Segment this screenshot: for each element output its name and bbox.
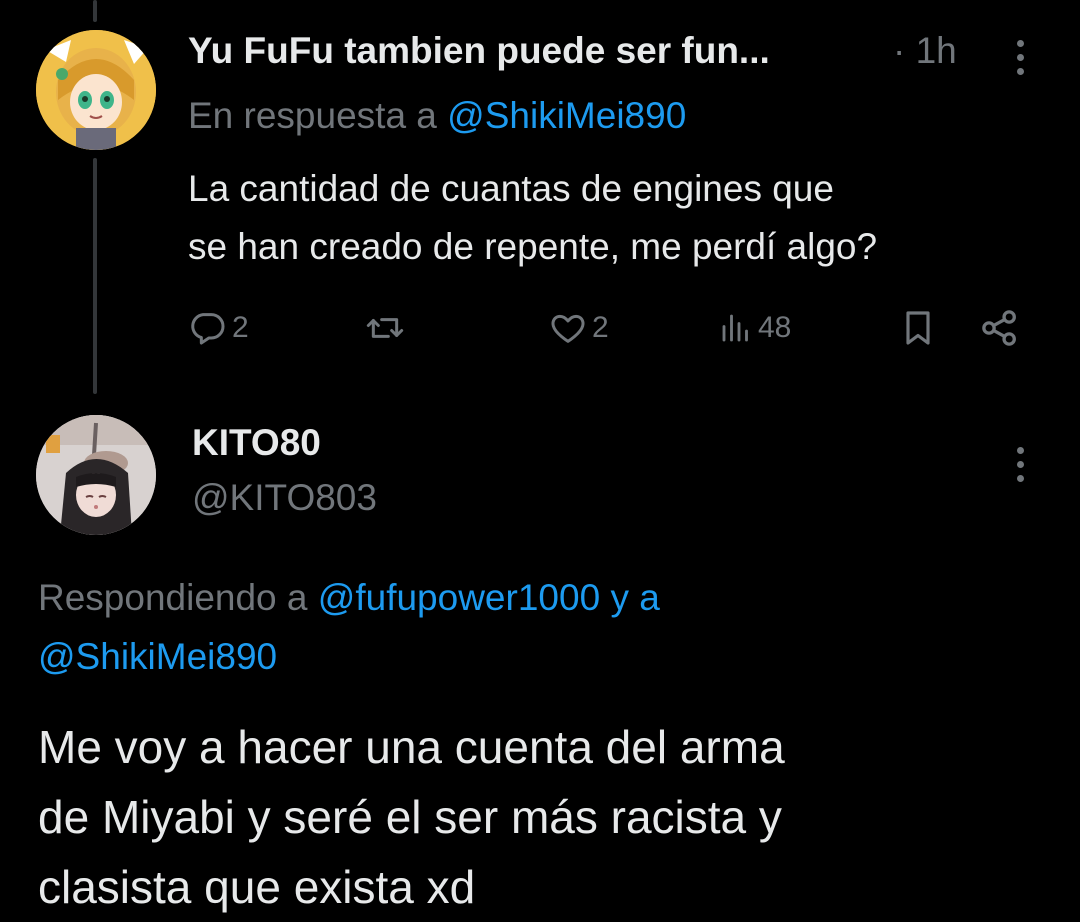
reply-handle-link[interactable]: @fufupower1000 [318, 577, 600, 618]
share-button[interactable] [978, 304, 1022, 352]
tweet-text: La cantidad de cuantas de engines que se… [188, 160, 1048, 276]
reply-button[interactable]: 2 [188, 304, 249, 352]
views-button[interactable]: 48 [718, 304, 791, 352]
tweet-text-line: Me voy a hacer una cuenta del arma [38, 721, 785, 773]
avatar-anime-girl-image [36, 415, 156, 535]
view-count: 48 [758, 311, 792, 344]
tweet-text-line: clasista que exista xd [38, 861, 476, 913]
thread-connector-top [93, 0, 97, 22]
avatar[interactable] [36, 415, 156, 535]
retweet-button[interactable] [363, 304, 407, 352]
views-bar-chart-icon [722, 314, 748, 342]
bookmark-button[interactable] [898, 304, 938, 352]
avatar[interactable] [36, 30, 156, 150]
heart-icon [551, 314, 585, 343]
author-handle[interactable]: @KITO803 [192, 477, 377, 519]
tweet-text-line: de Miyabi y seré el ser más racista y [38, 791, 782, 843]
tweet-text: Me voy a hacer una cuenta del arma de Mi… [38, 712, 1058, 922]
like-count: 2 [592, 311, 609, 344]
reply-prefix: En respuesta a [188, 95, 437, 136]
bookmark-icon [906, 311, 930, 345]
share-icon [982, 310, 1016, 346]
tweet-time[interactable]: · 1h [893, 30, 957, 72]
reply-handle-link[interactable]: @ShikiMei890 [38, 636, 277, 677]
reply-joiner[interactable]: y a [610, 577, 659, 618]
more-vertical-icon[interactable] [1010, 447, 1030, 482]
author-name[interactable]: KITO80 [192, 422, 321, 464]
reply-count: 2 [232, 311, 249, 344]
author-name[interactable]: Yu FuFu tambien puede ser fun... [188, 30, 770, 72]
reply-prefix: Respondiendo a [38, 577, 308, 618]
tweet-actions: 2 2 48 [188, 304, 1038, 352]
avatar-anime-girl-image [36, 30, 156, 150]
tweet-text-line: se han creado de repente, me perdí algo? [188, 226, 878, 267]
like-button[interactable]: 2 [548, 304, 609, 352]
reply-bubble-icon [191, 313, 225, 345]
tweet-text-line: La cantidad de cuantas de engines que [188, 168, 834, 209]
reply-handle-link[interactable]: @ShikiMei890 [447, 95, 686, 136]
reply-context: Respondiendo a @fufupower1000 y a @Shiki… [38, 568, 1048, 686]
more-vertical-icon[interactable] [1010, 40, 1030, 75]
thread-connector [93, 158, 97, 394]
retweet-icon [366, 318, 404, 338]
reply-context: En respuesta a @ShikiMei890 [188, 95, 686, 137]
